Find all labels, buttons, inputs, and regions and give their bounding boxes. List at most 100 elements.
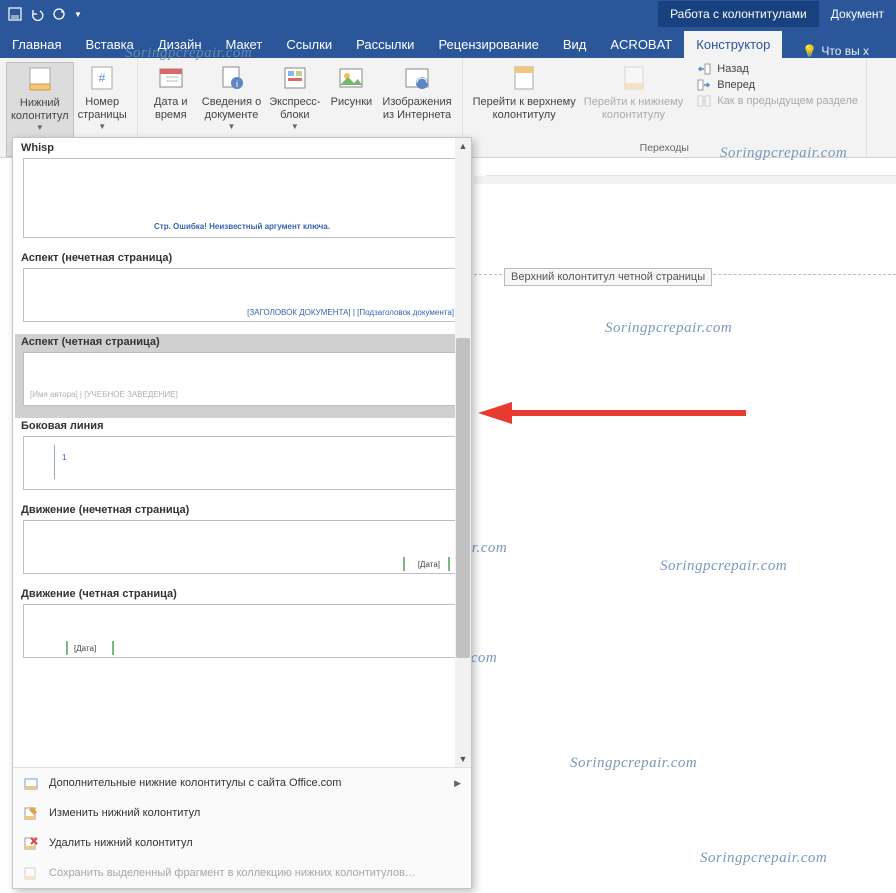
preview-text: [Имя автора] | [УЧЕБНОЕ ЗАВЕДЕНИЕ] [30,390,178,399]
repeat-icon[interactable] [52,7,66,21]
nav-forward-button[interactable]: Вперед [697,78,858,92]
pictures-label: Рисунки [331,96,373,109]
page-number-icon: # [88,64,116,92]
scroll-down-icon[interactable]: ▼ [455,751,471,767]
preview-text: [ЗАГОЛОВОК ДОКУМЕНТА] | [Подзаголовок до… [247,308,454,317]
header-section-label: Верхний колонтитул четной страницы [504,268,712,286]
save-selection-label: Сохранить выделенный фрагмент в коллекци… [49,867,416,879]
gallery-item[interactable]: Аспект (четная страница)[Имя автора] | [… [15,334,469,418]
tab-mailings[interactable]: Рассылки [344,31,426,58]
quick-access-toolbar: ▼ [0,7,82,21]
lightbulb-icon: 💡 [802,44,817,58]
date-time-label: Дата и время [154,96,188,122]
tab-insert[interactable]: Вставка [73,31,145,58]
annotation-arrow [478,400,748,426]
save-selection-to-gallery: Сохранить выделенный фрагмент в коллекци… [13,858,471,888]
more-footers-label: Дополнительные нижние колонтитулы с сайт… [49,777,341,789]
title-bar: ▼ Работа с колонтитулами Документ [0,0,896,28]
delete-footer[interactable]: Удалить нижний колонтитул [13,828,471,858]
tab-view[interactable]: Вид [551,31,599,58]
gallery-item[interactable]: Аспект (нечетная страница)[ЗАГОЛОВОК ДОК… [15,250,469,334]
chevron-down-icon: ▼ [36,123,44,133]
document-title: Документ [819,1,896,27]
next-icon [697,78,711,92]
quick-parts-icon [281,64,309,92]
goto-header-label: Перейти к верхнему колонтитулу [473,96,576,122]
quick-parts-label: Экспресс- блоки [269,96,320,122]
gallery-item-preview: 1 [23,436,461,490]
edit-footer-icon [23,805,39,821]
goto-header-button[interactable]: Перейти к верхнему колонтитулу [469,62,580,140]
gallery-scrollbar[interactable]: ▲ ▼ [455,138,471,767]
gallery-item-preview: Стр. Ошибка! Неизвестный аргумент ключа. [23,158,461,238]
save-selection-icon [23,865,39,881]
scrollbar-thumb[interactable] [456,338,470,658]
ribbon-tabs: Главная Вставка Дизайн Макет Ссылки Расс… [0,28,896,58]
gallery-item-title: Движение (нечетная страница) [17,502,467,520]
chevron-down-icon: ▼ [228,122,236,132]
tell-me-search[interactable]: 💡 Что вы х [802,44,869,58]
preview-text: [Дата] [418,560,440,569]
horizontal-ruler[interactable] [486,158,896,176]
gallery-item[interactable]: Боковая линия1 [15,418,469,502]
edit-footer[interactable]: Изменить нижний колонтитул [13,798,471,828]
qat-customize-icon[interactable]: ▼ [74,10,82,19]
online-pictures-label: Изображения из Интернета [382,96,451,122]
goto-footer-button: Перейти к нижнему колонтитулу [580,62,687,140]
gallery-item-preview: [Имя автора] | [УЧЕБНОЕ ЗАВЕДЕНИЕ] [23,352,461,406]
navigation-group-label: Переходы [463,140,866,157]
tab-acrobat[interactable]: ACROBAT [598,31,684,58]
edit-footer-label: Изменить нижний колонтитул [49,807,200,819]
gallery-item-title: Whisp [17,140,467,158]
scroll-up-icon[interactable]: ▲ [455,138,471,154]
doc-info-label: Сведения о документе [202,96,261,122]
goto-footer-label: Перейти к нижнему колонтитулу [584,96,683,122]
online-pictures-icon [403,64,431,92]
tab-references[interactable]: Ссылки [274,31,344,58]
watermark: Soringpcrepair.com [570,755,697,772]
preview-text: 1 [62,453,66,462]
footer-button-label: Нижний колонтитул [11,97,69,123]
gallery-item[interactable]: Движение (нечетная страница) [Дата] [15,502,469,586]
link-previous-button: Как в предыдущем разделе [697,94,858,108]
gallery-item[interactable]: WhispСтр. Ошибка! Неизвестный аргумент к… [15,140,469,250]
nav-back-button[interactable]: Назад [697,62,858,76]
goto-header-icon [510,64,538,92]
group-navigation: Перейти к верхнему колонтитулу Перейти к… [463,58,867,157]
tab-design[interactable]: Дизайн [146,31,214,58]
picture-icon [337,64,365,92]
doc-info-icon: i [218,64,246,92]
gallery-item-preview: [Дата] [23,520,461,574]
tab-home[interactable]: Главная [0,31,73,58]
gallery-item[interactable]: Движение (четная страница)[Дата] [15,586,469,670]
previous-icon [697,62,711,76]
delete-footer-label: Удалить нижний колонтитул [49,837,193,849]
gallery-footer: Дополнительные нижние колонтитулы с сайт… [13,767,471,888]
link-previous-icon [697,94,711,108]
more-footers-office[interactable]: Дополнительные нижние колонтитулы с сайт… [13,768,471,798]
watermark: Soringpcrepair.com [660,558,787,575]
nav-back-label: Назад [717,63,749,75]
undo-icon[interactable] [30,7,44,21]
chevron-down-icon: ▼ [291,122,299,132]
office-icon [23,775,39,791]
calendar-icon [157,64,185,92]
page-gap [474,176,896,184]
tell-me-label: Что вы х [821,44,869,58]
tab-constructor[interactable]: Конструктор [684,31,782,58]
delete-footer-icon [23,835,39,851]
svg-text:i: i [236,79,238,89]
svg-text:#: # [99,71,106,85]
tab-review[interactable]: Рецензирование [426,31,550,58]
chevron-down-icon: ▼ [98,122,106,132]
link-previous-label: Как в предыдущем разделе [717,95,858,107]
page-number-label: Номер страницы [78,96,127,122]
gallery-body: WhispСтр. Ошибка! Неизвестный аргумент к… [13,138,471,767]
preview-text: [Дата] [74,644,96,653]
contextual-tab-header[interactable]: Работа с колонтитулами [658,1,819,27]
chevron-right-icon: ▶ [454,778,461,789]
save-icon[interactable] [8,7,22,21]
goto-footer-icon [620,64,648,92]
nav-forward-label: Вперед [717,79,755,91]
tab-layout[interactable]: Макет [214,31,275,58]
